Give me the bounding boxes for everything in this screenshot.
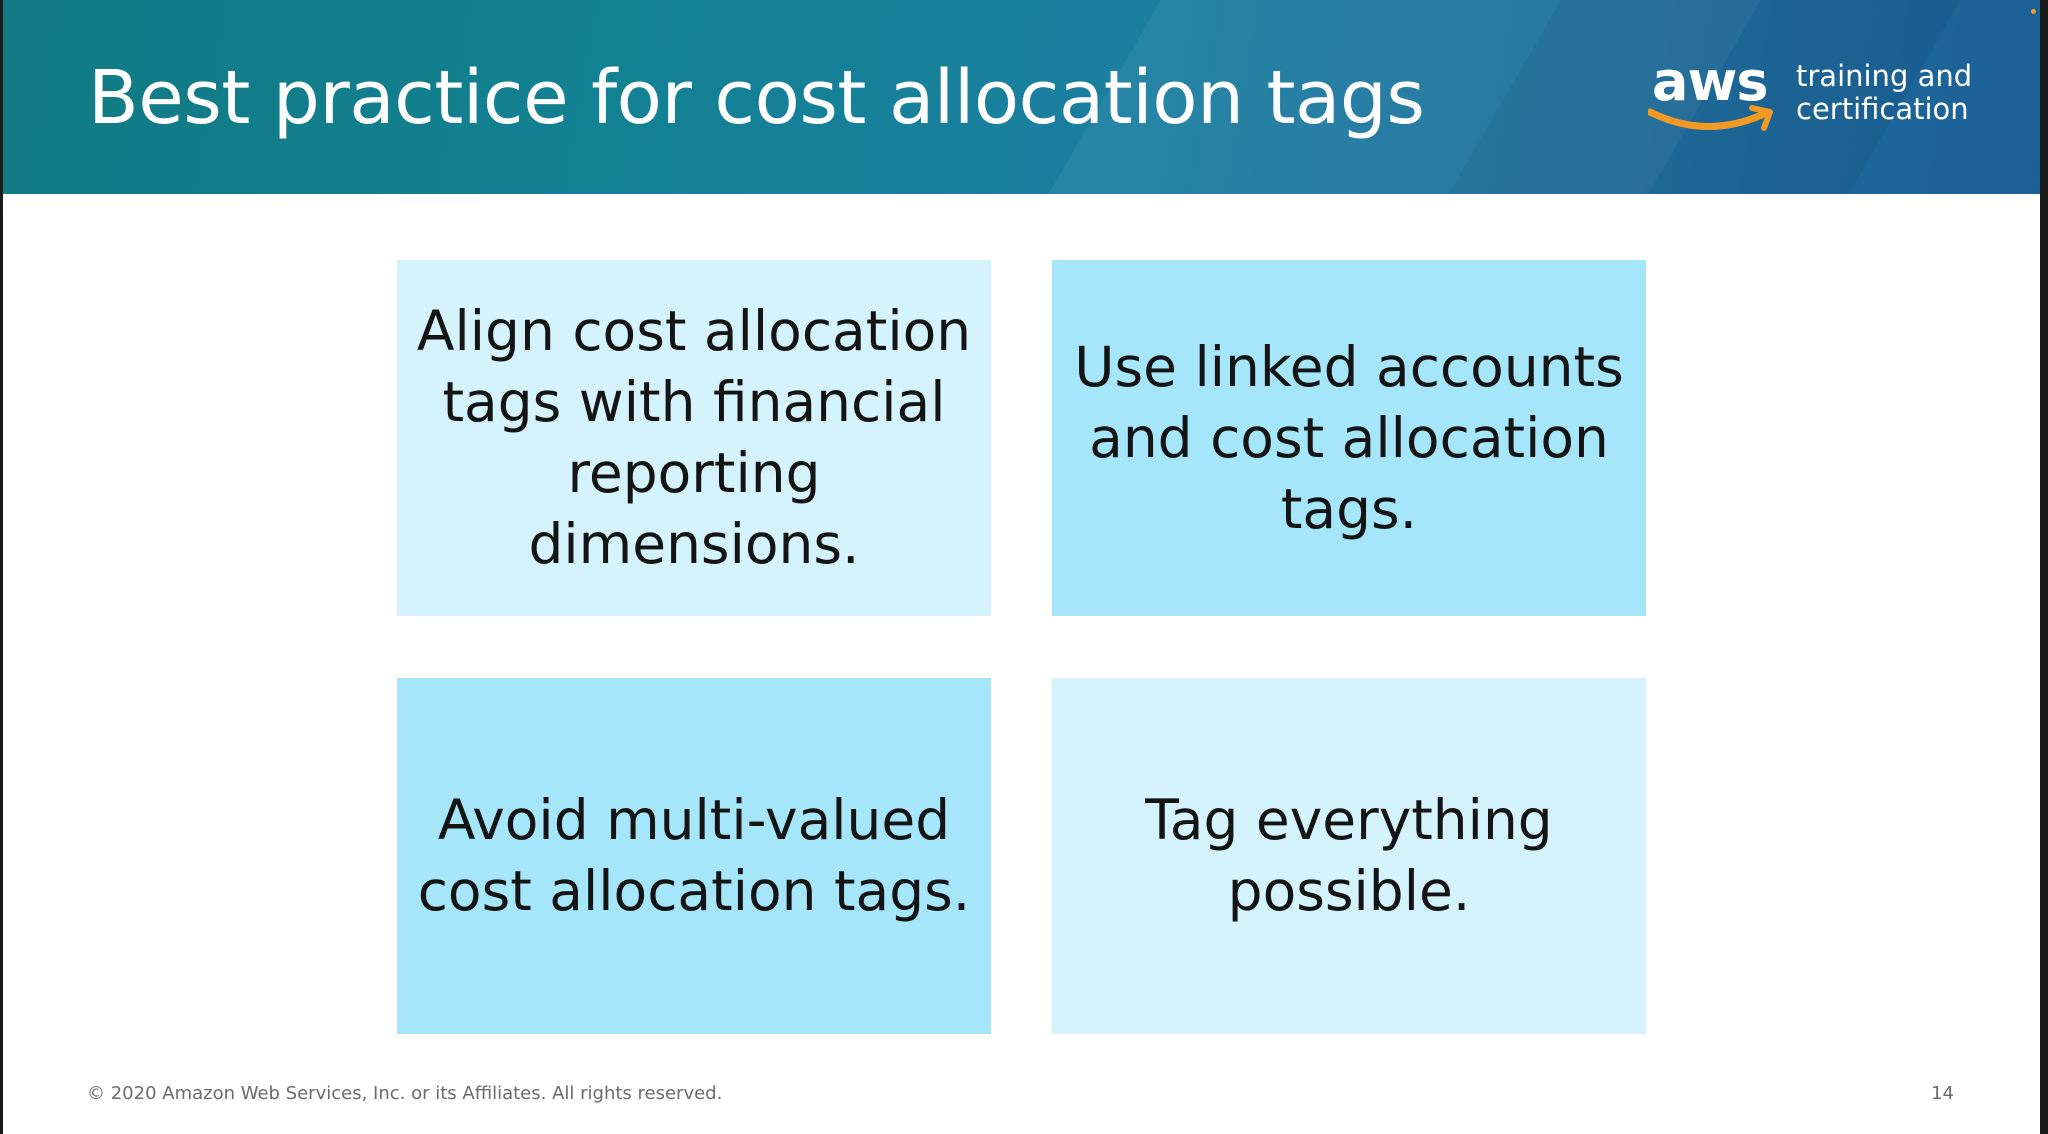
page-number: 14 — [1931, 1083, 1954, 1104]
aws-training-logo: aws training and certification — [1648, 50, 1978, 146]
slide-right-border — [2040, 0, 2048, 1134]
best-practice-card: Align cost allocation tags with financia… — [397, 260, 991, 616]
best-practice-card: Tag everything possible. — [1052, 678, 1646, 1034]
best-practice-card: Use linked accounts and cost allocation … — [1052, 260, 1646, 616]
logo-caption-line-1: training and — [1796, 59, 1973, 93]
slide-header-banner: Best practice for cost allocation tags a… — [3, 0, 2040, 194]
best-practice-card-text: Avoid multi-valued cost allocation tags. — [417, 788, 971, 923]
best-practice-card-text: Align cost allocation tags with financia… — [416, 299, 972, 576]
logo-caption-line-2: certification — [1796, 92, 1969, 126]
best-practice-card: Avoid multi-valued cost allocation tags. — [397, 678, 991, 1034]
copyright-footer: © 2020 Amazon Web Services, Inc. or its … — [87, 1083, 723, 1104]
best-practice-card-text: Tag everything possible. — [1145, 788, 1553, 923]
recording-indicator-dot — [2031, 9, 2036, 14]
aws-logo-icon: aws — [1648, 50, 1778, 146]
slide-title: Best practice for cost allocation tags — [88, 55, 1425, 141]
aws-smile-logo-icon — [1648, 105, 1773, 131]
logo-caption: training and certification — [1796, 60, 1972, 126]
best-practice-card-text: Use linked accounts and cost allocation … — [1074, 334, 1624, 541]
